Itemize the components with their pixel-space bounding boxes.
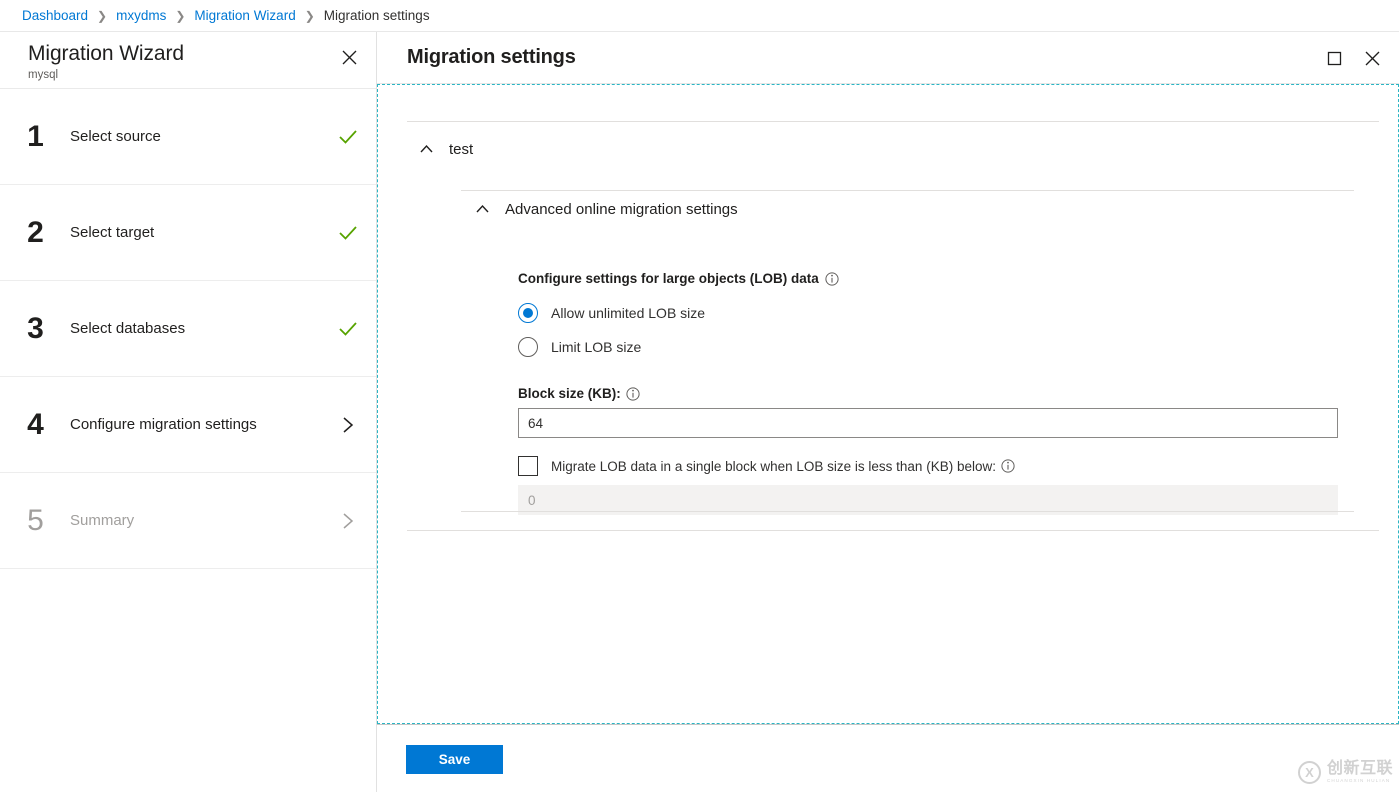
collapsible-advanced-label: Advanced online migration settings <box>505 201 738 218</box>
step-status <box>320 415 376 435</box>
lob-settings-group: Configure settings for large objects (LO… <box>518 271 1338 515</box>
lob-settings-title-text: Configure settings for large objects (LO… <box>518 271 819 286</box>
lob-settings-title: Configure settings for large objects (LO… <box>518 271 1338 286</box>
step-number: 2 <box>0 218 70 248</box>
step-label: Select target <box>70 224 320 241</box>
block-size-input[interactable] <box>518 408 1338 438</box>
sidebar-item-select-databases[interactable]: 3 Select databases <box>0 281 376 377</box>
step-label: Select databases <box>70 320 320 337</box>
step-number: 4 <box>0 410 70 440</box>
collapsible-advanced-settings[interactable]: Advanced online migration settings <box>474 201 738 218</box>
divider <box>461 190 1354 191</box>
breadcrumb-separator: ❯ <box>175 9 185 23</box>
chevron-up-icon <box>418 141 435 158</box>
radio-allow-unlimited-lob-size[interactable]: Allow unlimited LOB size <box>518 296 1338 330</box>
radio-button <box>518 303 538 323</box>
checkbox-control <box>518 456 538 476</box>
checkbox-label: Migrate LOB data in a single block when … <box>551 459 1015 474</box>
collapsible-database-test[interactable]: test <box>418 141 473 158</box>
footer-divider <box>377 724 1399 725</box>
divider <box>407 530 1379 531</box>
sidebar-item-select-target[interactable]: 2 Select target <box>0 185 376 281</box>
step-status <box>320 511 376 531</box>
check-icon <box>337 126 359 148</box>
check-icon <box>337 318 359 340</box>
step-label: Configure migration settings <box>70 416 320 433</box>
chevron-up-icon <box>474 201 491 218</box>
sidebar-item-summary[interactable]: 5 Summary <box>0 473 376 569</box>
close-icon <box>341 49 358 66</box>
blade-header: Migration settings <box>377 32 1399 84</box>
radio-button <box>518 337 538 357</box>
check-icon <box>337 222 359 244</box>
radio-label: Limit LOB size <box>551 339 641 355</box>
wizard-steps: 1 Select source 2 Select target <box>0 89 376 569</box>
blade-window-controls <box>1315 32 1391 84</box>
blade-close-button[interactable] <box>1353 39 1391 77</box>
step-number: 1 <box>0 122 70 152</box>
step-status <box>320 126 376 148</box>
page-title: Migration settings <box>407 46 576 69</box>
breadcrumb-item-mxydms[interactable]: mxydms <box>116 8 166 23</box>
migration-wizard-pane: Migration Wizard mysql 1 Select source <box>0 32 377 792</box>
radio-label: Allow unlimited LOB size <box>551 305 705 321</box>
app-root: Dashboard ❯ mxydms ❯ Migration Wizard ❯ … <box>0 0 1399 792</box>
wizard-header: Migration Wizard mysql <box>0 32 376 89</box>
step-number: 5 <box>0 506 70 536</box>
sidebar-item-select-source[interactable]: 1 Select source <box>0 89 376 185</box>
maximize-button[interactable] <box>1315 39 1353 77</box>
breadcrumb-item-migration-wizard[interactable]: Migration Wizard <box>194 8 295 23</box>
settings-focus-region: test Advanced online migration settings <box>377 84 1399 724</box>
wizard-title: Migration Wizard <box>28 40 376 67</box>
radio-limit-lob-size[interactable]: Limit LOB size <box>518 330 1338 364</box>
step-status <box>320 318 376 340</box>
block-size-label-text: Block size (KB): <box>518 386 621 401</box>
wizard-subtitle: mysql <box>28 68 376 83</box>
migration-settings-blade: Migration settings <box>377 32 1399 792</box>
info-icon[interactable] <box>626 387 640 401</box>
step-status <box>320 222 376 244</box>
info-icon[interactable] <box>825 272 839 286</box>
checkbox-migrate-lob-single-block[interactable]: Migrate LOB data in a single block when … <box>518 456 1338 476</box>
divider <box>461 511 1354 512</box>
save-button[interactable]: Save <box>406 745 503 774</box>
wizard-close-button[interactable] <box>334 42 364 72</box>
breadcrumb: Dashboard ❯ mxydms ❯ Migration Wizard ❯ … <box>0 0 1399 32</box>
sidebar-item-configure-migration-settings[interactable]: 4 Configure migration settings <box>0 377 376 473</box>
block-size-label: Block size (KB): <box>518 386 1338 401</box>
breadcrumb-separator: ❯ <box>97 9 107 23</box>
checkbox-label-text: Migrate LOB data in a single block when … <box>551 459 996 474</box>
breadcrumb-item-current: Migration settings <box>324 8 430 23</box>
breadcrumb-separator: ❯ <box>305 9 315 23</box>
chevron-right-icon <box>338 511 358 531</box>
step-label: Summary <box>70 512 320 529</box>
close-icon <box>1364 50 1381 67</box>
chevron-right-icon <box>338 415 358 435</box>
breadcrumb-item-dashboard[interactable]: Dashboard <box>22 8 88 23</box>
divider <box>407 121 1379 122</box>
step-label: Select source <box>70 128 320 145</box>
step-number: 3 <box>0 314 70 344</box>
info-icon[interactable] <box>1001 459 1015 473</box>
maximize-icon <box>1327 51 1342 66</box>
collapsible-database-label: test <box>449 141 473 158</box>
